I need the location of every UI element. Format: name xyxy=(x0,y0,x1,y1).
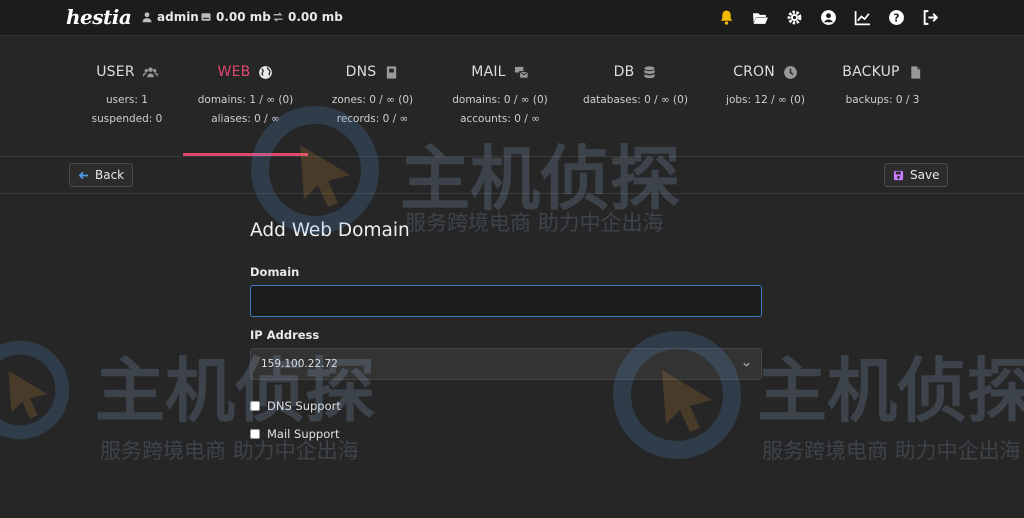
tab-db[interactable]: DB databases: 0 / ∞ (0) xyxy=(573,36,698,156)
tab-user-stat-2: suspended: 0 xyxy=(91,113,163,125)
watermark-logo-icon xyxy=(0,340,70,440)
tab-cron-stat-1: jobs: 12 / ∞ (0) xyxy=(726,94,805,106)
globe-icon xyxy=(259,65,273,79)
tab-dns[interactable]: DNS zones: 0 / ∞ (0) records: 0 / ∞ xyxy=(315,36,430,156)
tab-mail-stat-2: accounts: 0 / ∞ xyxy=(460,113,540,125)
dns-support-box[interactable] xyxy=(250,401,260,411)
chart-line-icon[interactable] xyxy=(853,8,872,27)
save-button[interactable]: Save xyxy=(884,163,949,187)
save-button-label: Save xyxy=(910,168,940,182)
main-nav-tabs: USER users: 1 suspended: 0 WEB domains: … xyxy=(0,36,1024,156)
tab-db-label: DB xyxy=(613,64,635,80)
ip-address-label: IP Address xyxy=(250,328,320,342)
bell-icon[interactable] xyxy=(717,8,736,27)
tab-user[interactable]: USER users: 1 suspended: 0 xyxy=(72,36,182,156)
tab-dns-stat-2: records: 0 / ∞ xyxy=(336,113,409,125)
tab-mail[interactable]: MAIL domains: 0 / ∞ (0) accounts: 0 / ∞ xyxy=(440,36,560,156)
gear-icon[interactable] xyxy=(785,8,804,27)
tab-backup[interactable]: BACKUP backups: 0 / 3 xyxy=(830,36,935,156)
tab-web-label: WEB xyxy=(217,64,251,80)
book-icon xyxy=(387,65,397,79)
question-icon[interactable]: ? xyxy=(887,8,906,27)
disk-usage: 0.00 mb xyxy=(216,10,271,24)
tab-user-label: USER xyxy=(96,64,135,80)
chevron-down-icon xyxy=(743,362,750,367)
mail-support-checkbox[interactable]: Mail Support xyxy=(250,427,762,441)
arrow-left-icon xyxy=(78,171,89,179)
tab-mail-stat-1: domains: 0 / ∞ (0) xyxy=(452,94,548,106)
ip-address-select[interactable]: 159.100.22.72 xyxy=(250,348,762,380)
tab-web[interactable]: WEB domains: 1 / ∞ (0) aliases: 0 / ∞ xyxy=(183,36,308,156)
domain-input[interactable] xyxy=(250,285,762,317)
users-icon xyxy=(142,66,158,77)
tab-cron-label: CRON xyxy=(733,64,775,80)
add-web-domain-form: Add Web Domain Domain IP Address 159.100… xyxy=(250,220,762,441)
mail-bulk-icon xyxy=(514,66,529,79)
nav-divider xyxy=(0,156,1024,157)
tab-dns-label: DNS xyxy=(345,64,377,80)
logout-icon[interactable] xyxy=(921,8,940,27)
save-icon xyxy=(893,170,904,180)
file-icon xyxy=(910,65,920,79)
user-circle-icon[interactable] xyxy=(819,8,838,27)
back-button[interactable]: Back xyxy=(69,163,134,187)
user-stat[interactable]: admin xyxy=(141,10,199,24)
back-button-label: Back xyxy=(95,168,125,182)
tab-backup-label: BACKUP xyxy=(842,64,900,80)
tab-user-stat-1: users: 1 xyxy=(106,94,148,106)
dns-support-label: DNS Support xyxy=(267,399,341,413)
watermark-slogan: 服务跨境电商 助力中企出海 xyxy=(762,439,1021,463)
clock-icon xyxy=(784,65,797,79)
toolbar-divider xyxy=(0,193,1024,194)
disk-stat: 0.00 mb xyxy=(200,10,271,24)
user-name: admin xyxy=(157,10,199,24)
folder-open-icon[interactable] xyxy=(751,8,770,27)
top-bar: hestia admin 0.00 mb 0.00 mb ? xyxy=(0,0,1024,36)
top-icons: ? xyxy=(717,8,940,27)
watermark-brand: 主机侦探 xyxy=(757,350,1024,432)
tab-db-stat-1: databases: 0 / ∞ (0) xyxy=(583,94,688,106)
dns-support-checkbox[interactable]: DNS Support xyxy=(250,399,762,413)
tab-web-stat-1: domains: 1 / ∞ (0) xyxy=(197,94,294,106)
hdd-icon xyxy=(201,13,211,21)
mail-support-label: Mail Support xyxy=(267,427,340,441)
tab-mail-label: MAIL xyxy=(471,64,506,80)
database-icon xyxy=(644,65,656,78)
tab-backup-stat-1: backups: 0 / 3 xyxy=(845,94,920,106)
hestia-logo[interactable]: hestia xyxy=(66,5,132,31)
domain-label: Domain xyxy=(250,265,300,279)
bandwidth-stat: 0.00 mb xyxy=(272,10,343,24)
svg-text:?: ? xyxy=(893,12,899,25)
form-title: Add Web Domain xyxy=(250,220,410,241)
ip-address-value: 159.100.22.72 xyxy=(261,358,338,370)
mail-support-box[interactable] xyxy=(250,429,260,439)
bandwidth-usage: 0.00 mb xyxy=(288,10,343,24)
exchange-icon xyxy=(273,12,283,22)
tab-cron[interactable]: CRON jobs: 12 / ∞ (0) xyxy=(713,36,818,156)
tab-dns-stat-1: zones: 0 / ∞ (0) xyxy=(331,94,414,106)
tab-web-stat-2: aliases: 0 / ∞ xyxy=(211,113,280,125)
user-icon xyxy=(142,12,152,23)
